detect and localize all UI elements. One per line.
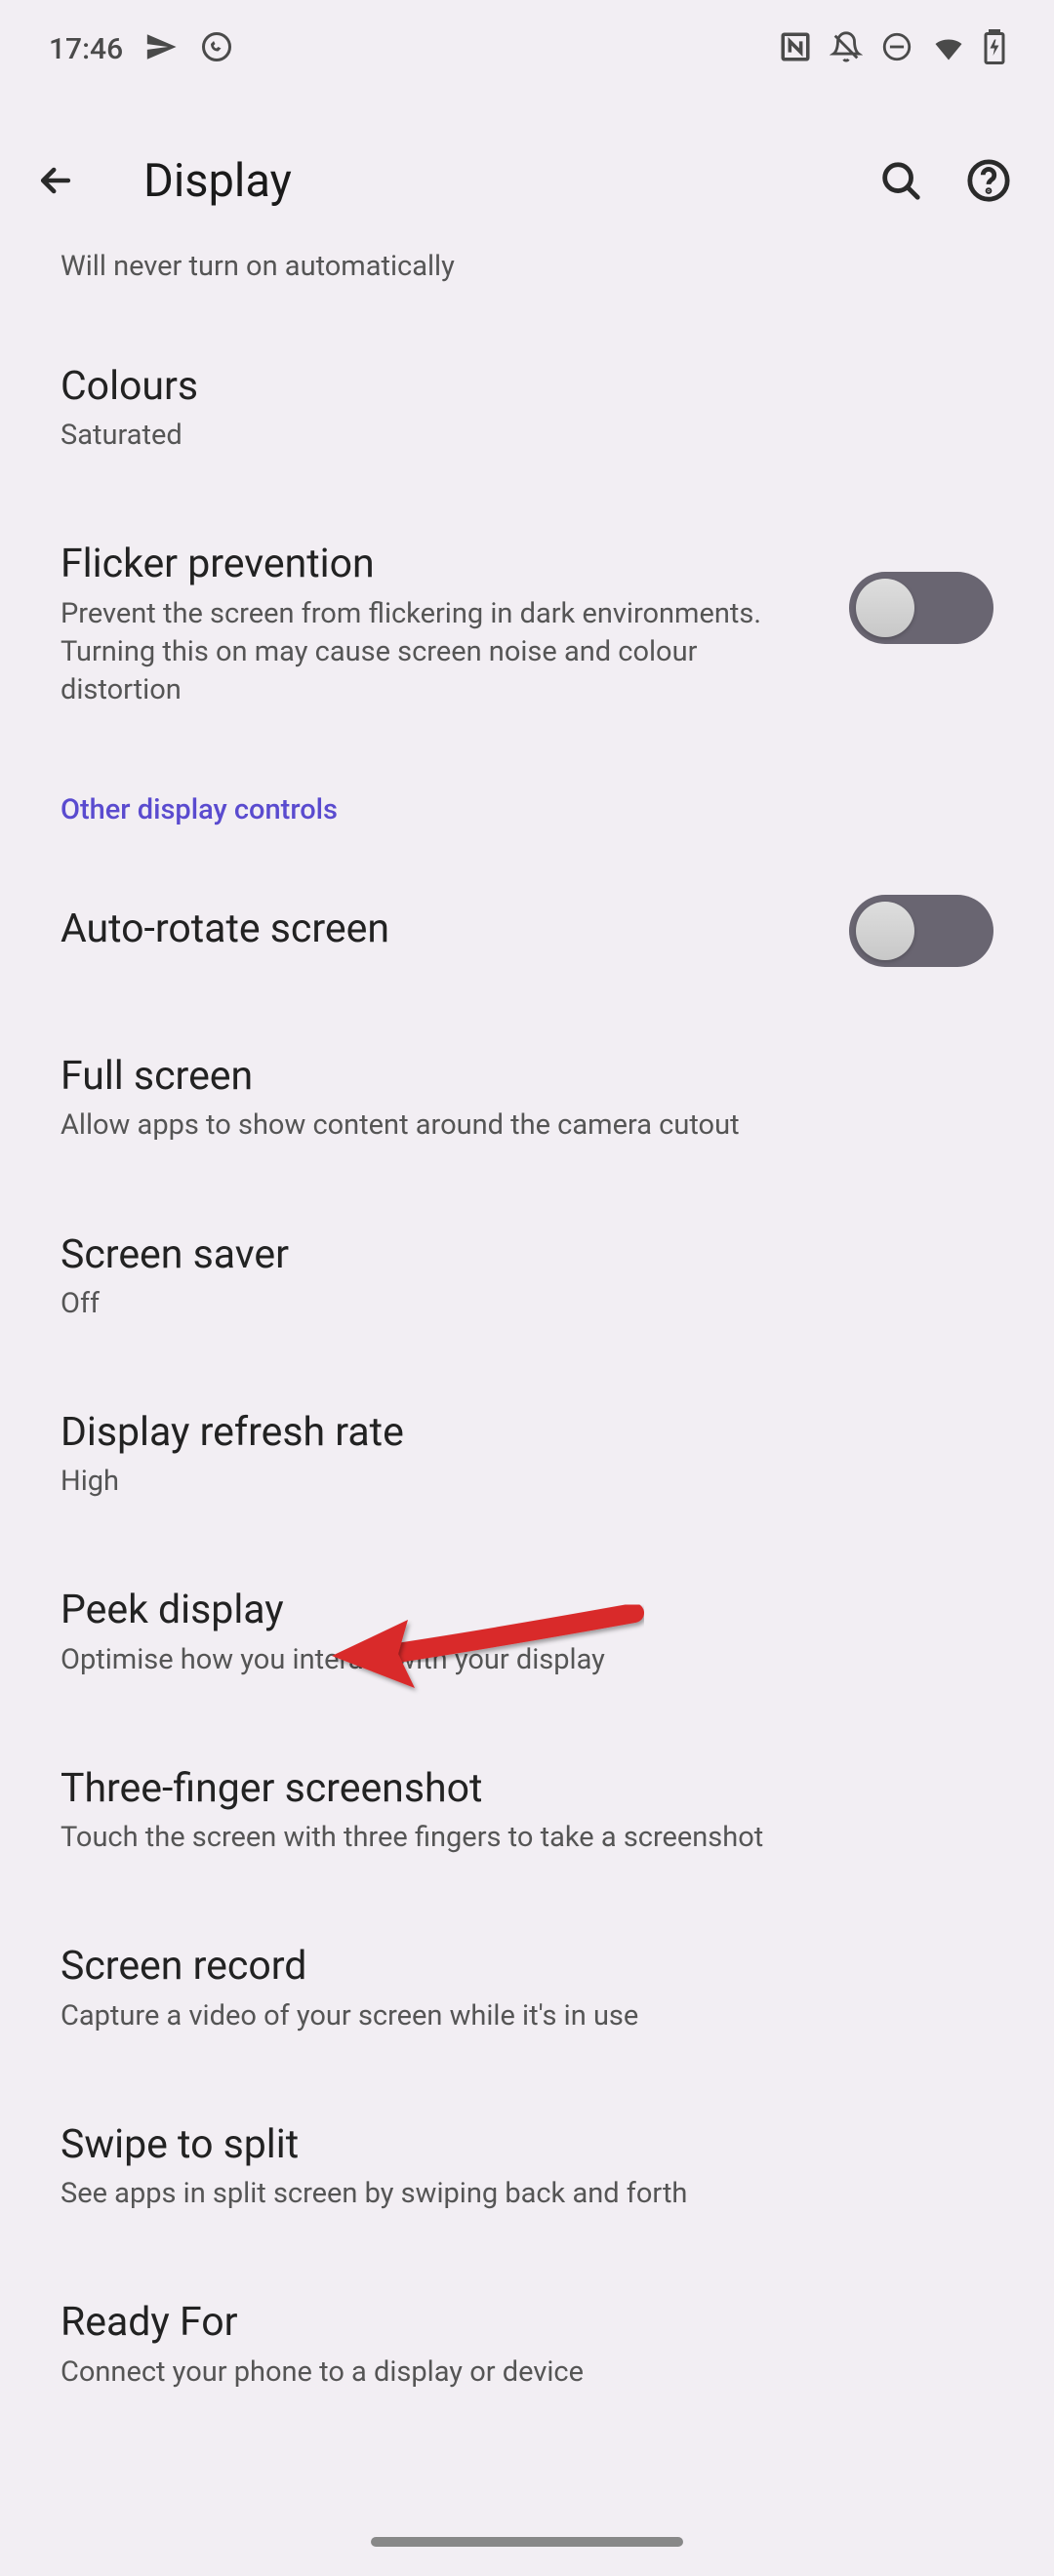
app-bar: Display: [0, 98, 1054, 263]
flicker-toggle[interactable]: [849, 572, 993, 644]
setting-screen-record[interactable]: Screen record Capture a video of your sc…: [61, 1941, 993, 2034]
setting-title: Auto-rotate screen: [61, 904, 820, 955]
setting-subtitle: Connect your phone to a display or devic…: [61, 2354, 993, 2392]
setting-subtitle: High: [61, 1463, 993, 1501]
autorotate-toggle[interactable]: [849, 895, 993, 967]
setting-subtitle: Touch the screen with three fingers to t…: [61, 1819, 993, 1857]
setting-title: Colours: [61, 361, 993, 413]
whatsapp-icon: [199, 29, 234, 68]
status-bar: 17:46: [0, 0, 1054, 98]
search-button[interactable]: [876, 156, 925, 205]
setting-subtitle: Off: [61, 1285, 993, 1323]
help-button[interactable]: [964, 156, 1013, 205]
setting-flicker-prevention[interactable]: Flicker prevention Prevent the screen fr…: [61, 539, 993, 709]
setting-refresh-rate[interactable]: Display refresh rate High: [61, 1407, 993, 1501]
setting-subtitle: Optimise how you interact with your disp…: [61, 1641, 993, 1679]
dnd-icon: [830, 30, 863, 67]
partial-setting-subtitle: Will never turn on automatically: [61, 250, 993, 283]
nfc-icon: [779, 30, 812, 67]
wifi-icon: [931, 29, 966, 68]
setting-subtitle: Allow apps to show content around the ca…: [61, 1107, 993, 1145]
setting-subtitle: See apps in split screen by swiping back…: [61, 2175, 993, 2213]
setting-subtitle: Prevent the screen from flickering in da…: [61, 595, 820, 709]
setting-title: Display refresh rate: [61, 1407, 993, 1459]
setting-swipe-split[interactable]: Swipe to split See apps in split screen …: [61, 2119, 993, 2213]
setting-title: Ready For: [61, 2297, 993, 2349]
section-header-other: Other display controls: [61, 793, 993, 826]
setting-peek-display[interactable]: Peek display Optimise how you interact w…: [61, 1585, 993, 1678]
setting-three-finger[interactable]: Three-finger screenshot Touch the screen…: [61, 1763, 993, 1857]
setting-title: Swipe to split: [61, 2119, 993, 2171]
setting-title: Three-finger screenshot: [61, 1763, 993, 1815]
setting-subtitle: Capture a video of your screen while it'…: [61, 1997, 993, 2035]
navigation-handle[interactable]: [371, 2537, 683, 2547]
settings-list[interactable]: Will never turn on automatically Colours…: [0, 250, 1054, 2392]
setting-title: Screen saver: [61, 1229, 993, 1281]
setting-ready-for[interactable]: Ready For Connect your phone to a displa…: [61, 2297, 993, 2391]
setting-title: Screen record: [61, 1941, 993, 1992]
telegram-icon: [144, 30, 178, 67]
setting-auto-rotate[interactable]: Auto-rotate screen: [61, 895, 993, 967]
setting-colours[interactable]: Colours Saturated: [61, 361, 993, 455]
do-not-disturb-icon: [880, 30, 913, 67]
setting-title: Full screen: [61, 1051, 993, 1103]
battery-charging-icon: [984, 29, 1005, 68]
page-title: Display: [143, 154, 813, 208]
setting-subtitle: Saturated: [61, 417, 993, 455]
setting-full-screen[interactable]: Full screen Allow apps to show content a…: [61, 1051, 993, 1145]
setting-title: Flicker prevention: [61, 539, 820, 590]
back-button[interactable]: [31, 156, 80, 205]
setting-screen-saver[interactable]: Screen saver Off: [61, 1229, 993, 1323]
setting-title: Peek display: [61, 1585, 993, 1636]
status-time: 17:46: [49, 32, 123, 66]
